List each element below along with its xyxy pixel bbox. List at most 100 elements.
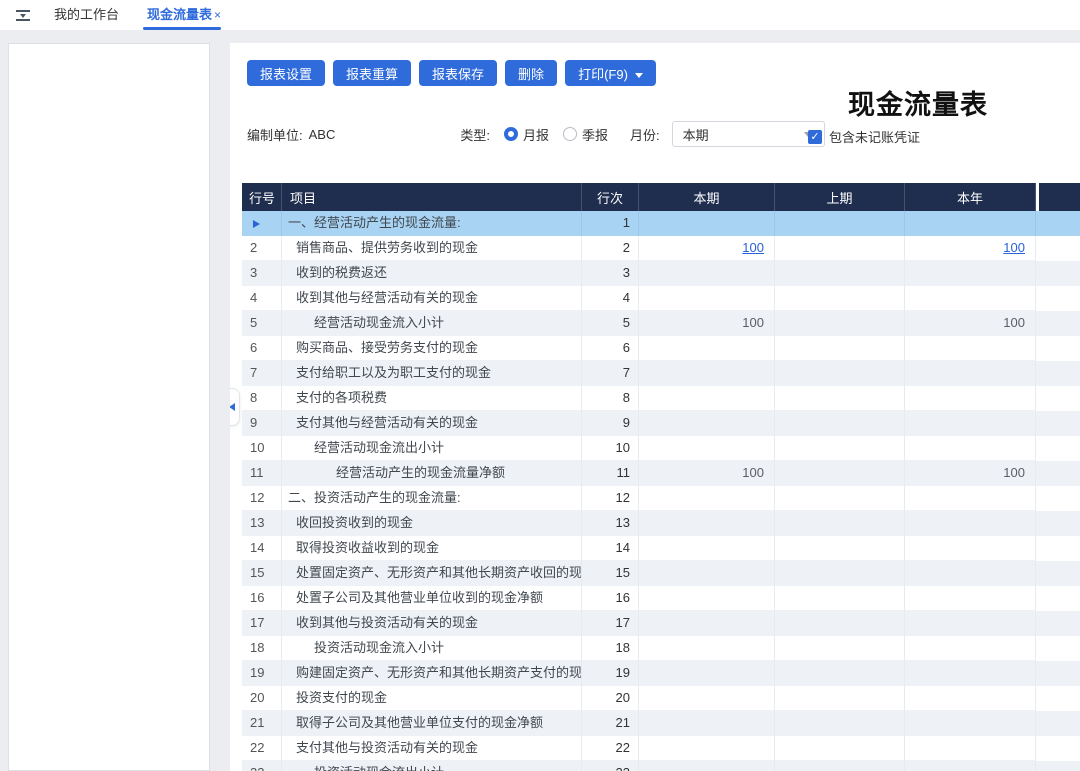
previous-period-cell [775,261,905,286]
item-cell: 取得子公司及其他营业单位支付的现金净额 [282,711,582,736]
line-number-cell: 4 [582,286,639,311]
drill-down-link[interactable]: 100 [742,240,764,255]
table-row[interactable]: 5 经营活动现金流入小计 5 100 100 [242,311,1080,336]
report-save-button[interactable]: 报表保存 [419,60,498,86]
table-row[interactable]: 7 支付给职工以及为职工支付的现金 7 [242,361,1080,386]
line-number-cell: 13 [582,511,639,536]
table-row[interactable]: 12 二、投资活动产生的现金流量: 12 [242,486,1080,511]
table-row[interactable]: 9 支付其他与经营活动有关的现金 9 [242,411,1080,436]
report-panel: 报表设置 报表重算 报表保存 删除 打印(F9) 现金流量表 编制单位: ABC… [230,43,1080,771]
table-row[interactable]: 3 收到的税费返还 3 [242,261,1080,286]
current-year-cell [905,561,1036,586]
filters-row: 编制单位: ABC 类型: 月报 季报 月份: 本期 [247,121,825,147]
report-settings-button[interactable]: 报表设置 [247,60,326,86]
delete-button[interactable]: 删除 [505,60,558,86]
previous-period-cell [775,611,905,636]
row-number-cell: 19 [242,661,282,686]
table-row[interactable]: 13 收回投资收到的现金 13 [242,511,1080,536]
current-period-cell [639,211,775,236]
table-row[interactable]: 17 收到其他与投资活动有关的现金 17 [242,611,1080,636]
type-label: 类型: [460,127,490,143]
selected-row-arrow-icon [253,220,260,228]
table-row[interactable]: 8 支付的各项税费 8 [242,386,1080,411]
previous-period-cell [775,511,905,536]
previous-period-cell [775,561,905,586]
month-select[interactable]: 本期 [671,121,825,147]
table-row[interactable]: 11 经营活动产生的现金流量净额 11 100 100 [242,461,1080,486]
table-row[interactable]: 2 销售商品、提供劳务收到的现金 2 100 100 [242,236,1080,261]
current-period-cell [639,636,775,661]
current-period-cell [639,736,775,761]
current-period-cell [639,336,775,361]
current-period-cell [639,536,775,561]
table-row[interactable]: 一、经营活动产生的现金流量: 1 [242,211,1080,236]
table-row[interactable]: 23投资活动现金流出小计23 [242,761,1080,771]
table-row[interactable]: 15 处置固定资产、无形资产和其他长期资产收回的现金... 15 [242,561,1080,586]
previous-period-cell [775,311,905,336]
checkbox-checked-icon[interactable]: ✓ [808,129,822,144]
current-year-cell [905,511,1036,536]
row-number-cell: 2 [242,236,282,261]
tab-workbench[interactable]: 我的工作台 [40,0,133,30]
line-number-cell: 19 [582,661,639,686]
current-period-cell [639,761,775,771]
radio-quarterly[interactable]: 季报 [563,125,608,144]
month-label: 月份: [630,127,660,143]
line-number-cell: 22 [582,736,639,761]
column-header-6: 本年 [905,183,1036,211]
include-unposted-option[interactable]: ✓ 包含未记账凭证 [808,127,920,146]
print-button[interactable]: 打印(F9) [565,60,656,86]
item-cell: 支付的各项税费 [282,386,582,411]
previous-period-cell [775,736,905,761]
current-year-cell [905,436,1036,461]
item-cell: 投资活动现金流出小计 [282,761,582,771]
item-cell: 支付给职工以及为职工支付的现金 [282,361,582,386]
current-year-cell [905,286,1036,311]
current-period-cell [639,586,775,611]
table-row[interactable]: 6 购买商品、接受劳务支付的现金 6 [242,336,1080,361]
unit-label: 编制单位: [247,127,303,143]
panel-collapse-handle[interactable] [230,388,240,426]
item-cell: 投资支付的现金 [282,686,582,711]
item-cell: 处置固定资产、无形资产和其他长期资产收回的现金... [282,561,582,586]
table-row[interactable]: 10 经营活动现金流出小计 10 [242,436,1080,461]
table-row[interactable]: 21 取得子公司及其他营业单位支付的现金净额 21 [242,711,1080,736]
table-row[interactable]: 20 投资支付的现金 20 [242,686,1080,711]
row-number-cell: 4 [242,286,282,311]
collapse-left-icon [230,403,235,411]
item-cell: 支付其他与经营活动有关的现金 [282,411,582,436]
previous-period-cell [775,336,905,361]
current-year-cell [905,661,1036,686]
previous-period-cell [775,536,905,561]
collapse-menu-icon[interactable] [16,9,30,21]
current-period-cell [639,486,775,511]
tab-close-icon[interactable]: × [214,8,221,22]
radio-monthly[interactable]: 月报 [503,125,549,144]
current-year-cell [905,411,1036,436]
current-year-cell [905,211,1036,236]
item-cell: 经营活动现金流入小计 [282,311,582,336]
previous-period-cell [775,661,905,686]
row-number-cell: 16 [242,586,282,611]
table-row[interactable]: 19 购建固定资产、无形资产和其他长期资产支付的现金 19 [242,661,1080,686]
line-number-cell: 12 [582,486,639,511]
item-cell: 一、经营活动产生的现金流量: [282,211,582,236]
tab-cashflow[interactable]: 现金流量表 × [133,0,235,30]
drill-down-link[interactable]: 100 [1003,240,1025,255]
item-cell: 收到其他与投资活动有关的现金 [282,611,582,636]
table-row[interactable]: 16 处置子公司及其他营业单位收到的现金净额 16 [242,586,1080,611]
grid-header: 行号 项目 行次 本期 上期 本年 [242,183,1080,211]
row-number-cell: 9 [242,411,282,436]
table-row[interactable]: 4 收到其他与经营活动有关的现金 4 [242,286,1080,311]
previous-period-cell [775,486,905,511]
current-period-cell [639,261,775,286]
table-row[interactable]: 22 支付其他与投资活动有关的现金 22 [242,736,1080,761]
table-row[interactable]: 14 取得投资收益收到的现金 14 [242,536,1080,561]
previous-period-cell [775,636,905,661]
row-number-cell: 20 [242,686,282,711]
table-row[interactable]: 18 投资活动现金流入小计 18 [242,636,1080,661]
row-number-cell [242,211,282,236]
report-toolbar: 报表设置 报表重算 报表保存 删除 打印(F9) [247,60,656,86]
report-recalculate-button[interactable]: 报表重算 [333,60,412,86]
current-period-cell: 100 [639,311,775,336]
